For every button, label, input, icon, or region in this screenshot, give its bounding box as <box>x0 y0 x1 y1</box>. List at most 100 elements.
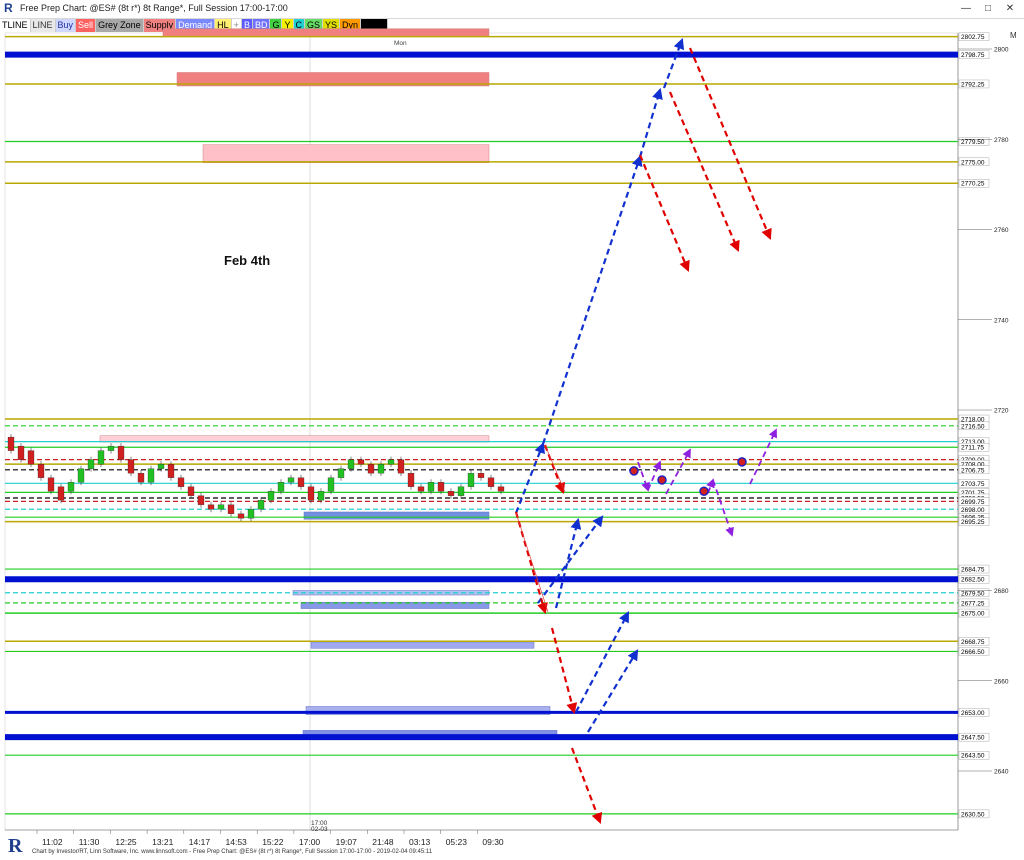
supply-zone <box>162 28 490 37</box>
level-label: 2698.00 <box>961 507 985 514</box>
candle <box>167 463 175 478</box>
candle <box>117 445 125 460</box>
level-label: 2682.50 <box>961 577 985 584</box>
candle <box>377 463 385 474</box>
candle <box>397 459 405 474</box>
signal-marker <box>699 486 709 496</box>
level-label: 2775.00 <box>961 159 985 166</box>
price-tick-label: 2660 <box>994 678 1009 685</box>
demand-zone <box>310 641 535 649</box>
level-label: 2666.50 <box>961 649 985 656</box>
candle <box>127 459 135 474</box>
signal-marker <box>629 466 639 476</box>
candle <box>287 477 295 483</box>
price-tick-label: 2680 <box>994 588 1009 595</box>
price-tick-label: 2640 <box>994 769 1009 776</box>
candle <box>307 486 315 501</box>
time-axis-label: 05:23 <box>446 837 468 847</box>
time-axis-label: 11:30 <box>79 837 100 847</box>
level-label: 2716.50 <box>961 423 985 430</box>
candle <box>77 468 85 483</box>
candle <box>267 491 275 501</box>
candle <box>417 486 425 492</box>
candle <box>367 463 375 474</box>
footer-credit: Chart by Investor/RT, Linn Software, Inc… <box>32 849 433 855</box>
candle <box>207 504 215 510</box>
candle <box>17 445 25 460</box>
candle <box>87 459 95 469</box>
candle <box>47 477 55 492</box>
level-label: 2677.25 <box>961 600 985 607</box>
level-label: 2668.75 <box>961 639 985 646</box>
candle <box>217 504 225 510</box>
date-annotation: Feb 4th <box>224 253 270 268</box>
time-axis-label: 15:22 <box>262 837 284 847</box>
price-tick-label: 2740 <box>994 317 1009 324</box>
level-label: 2675.00 <box>961 611 985 618</box>
candle <box>347 459 355 469</box>
candle <box>467 473 475 487</box>
level-label: 2706.75 <box>961 467 985 474</box>
level-label: 2679.50 <box>961 590 985 597</box>
level-label: 2684.75 <box>961 567 985 574</box>
candle <box>157 463 165 469</box>
candle <box>147 468 155 483</box>
candle <box>327 477 335 492</box>
candle <box>477 473 485 478</box>
supply-zone <box>202 144 490 163</box>
candle <box>177 477 185 487</box>
level-label: 2653.00 <box>961 710 985 717</box>
price-tick-label: 2800 <box>994 47 1009 54</box>
level-label: 2779.50 <box>961 139 985 146</box>
candle <box>97 450 105 465</box>
price-chart[interactable]: 2802.75 2798.75 2792.25 2779.50 2775.00 2770.… <box>0 0 1024 860</box>
candle <box>187 486 195 496</box>
time-axis-label: 11:02 <box>42 837 63 847</box>
signal-marker <box>657 475 667 485</box>
time-axis-label: 13:21 <box>152 837 174 847</box>
candle <box>277 482 285 492</box>
time-axis-label: 09:30 <box>482 837 504 847</box>
level-label: 2770.25 <box>961 181 985 188</box>
candle <box>107 445 115 451</box>
level-label: 2802.75 <box>961 34 985 41</box>
candle <box>7 436 15 451</box>
candle <box>137 473 145 483</box>
corner-label: M <box>1010 31 1017 40</box>
candle <box>257 500 265 510</box>
level-label: 2792.25 <box>961 81 985 88</box>
candle <box>407 473 415 487</box>
candle <box>357 459 365 465</box>
time-axis-label: 19:07 <box>336 837 358 847</box>
session-marker-date: 02-03 <box>311 826 328 833</box>
time-axis-label: 21:48 <box>372 837 394 847</box>
candle <box>427 482 435 492</box>
candle <box>247 509 255 519</box>
demand-zone <box>303 511 490 520</box>
candle <box>437 482 445 492</box>
candle <box>37 463 45 478</box>
candle <box>237 513 245 519</box>
candle <box>447 491 455 496</box>
level-label: 2643.50 <box>961 753 985 760</box>
candle <box>197 495 205 505</box>
price-tick-label: 2720 <box>994 408 1009 415</box>
time-axis-label: 17:00 <box>299 837 321 847</box>
time-axis-label: 14:17 <box>189 837 211 847</box>
price-tick-label: 2760 <box>994 227 1009 234</box>
candle <box>297 477 305 487</box>
session-label: Mon <box>394 40 407 47</box>
level-label: 2699.75 <box>961 499 985 506</box>
candle <box>387 459 395 465</box>
time-axis-label: 12:25 <box>115 837 137 847</box>
level-label: 2695.25 <box>961 519 985 526</box>
level-label: 2703.75 <box>961 481 985 488</box>
candle <box>27 450 35 465</box>
candle <box>487 477 495 487</box>
candle <box>227 504 235 514</box>
signal-marker <box>737 457 747 467</box>
candle <box>57 486 65 501</box>
level-label: 2711.75 <box>961 445 984 452</box>
level-label: 2798.75 <box>961 52 985 59</box>
candle <box>67 482 75 492</box>
